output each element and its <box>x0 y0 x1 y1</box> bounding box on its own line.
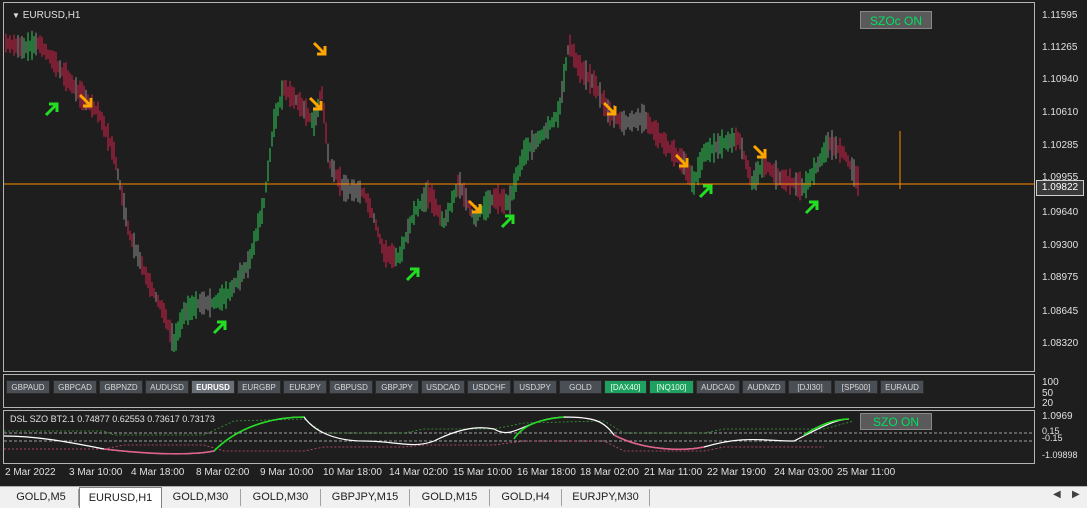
symbol-button-usdjpy[interactable]: USDJPY <box>513 380 557 394</box>
price-axis-label: 1.09640 <box>1042 207 1079 218</box>
symbol-button-eurjpy[interactable]: EURJPY <box>283 380 327 394</box>
buy-arrow-icon <box>804 200 819 215</box>
symbol-button-dax40[interactable]: [DAX40] <box>604 380 647 394</box>
symbol-button-gbpcad[interactable]: GBPCAD <box>53 380 97 394</box>
price-axis-label: 1.08645 <box>1042 306 1079 317</box>
time-axis-label: 8 Mar 02:00 <box>196 467 250 478</box>
sell-arrow-icon <box>752 144 767 159</box>
symbol-button-usdcad[interactable]: USDCAD <box>421 380 465 394</box>
price-axis-label: 1.08975 <box>1042 272 1079 283</box>
current-price-label: 1.09822 <box>1036 180 1084 196</box>
symbol-button-euraud[interactable]: EURAUD <box>880 380 924 394</box>
time-axis-label: 22 Mar 19:00 <box>707 467 766 478</box>
red-signal-line <box>4 440 824 452</box>
time-axis-label: 9 Mar 10:00 <box>260 467 314 478</box>
symbol-button-audnzd[interactable]: AUDNZD <box>742 380 786 394</box>
time-axis-label: 18 Mar 02:00 <box>580 467 639 478</box>
price-axis-label: 1.10610 <box>1042 107 1079 118</box>
symbol-button-gbpusd[interactable]: GBPUSD <box>329 380 373 394</box>
axis-label-20: 20 <box>1042 398 1054 409</box>
price-axis-label: 1.09300 <box>1042 240 1079 251</box>
time-axis-label: 15 Mar 10:00 <box>453 467 512 478</box>
chart-tab[interactable]: EURJPY,M30 <box>562 489 650 506</box>
time-axis-label: 4 Mar 18:00 <box>131 467 185 478</box>
time-axis-label: 3 Mar 10:00 <box>69 467 123 478</box>
scroll-left-icon[interactable]: ◀ <box>1053 489 1061 500</box>
sell-arrow-icon <box>467 199 482 214</box>
symbol-button-eurgbp[interactable]: EURGBP <box>237 380 281 394</box>
chart-title-text: EURUSD,H1 <box>22 10 81 21</box>
buy-arrow-icon <box>500 214 515 229</box>
indicator-title: DSL SZO BT2.1 0.74877 0.62553 0.73617 0.… <box>10 414 215 424</box>
chart-tab[interactable]: GOLD,M30 <box>161 489 241 506</box>
chart-tab[interactable]: GOLD,M15 <box>410 489 490 506</box>
dropdown-triangle-icon[interactable]: ▼ <box>12 11 20 20</box>
symbol-button-gold[interactable]: GOLD <box>559 380 602 394</box>
chart-tab[interactable]: GOLD,M30 <box>241 489 321 506</box>
symbol-button-eurusd[interactable]: EURUSD <box>191 380 235 394</box>
buy-arrow-icon <box>212 320 227 335</box>
symbol-button-sp500[interactable]: [SP500] <box>834 380 878 394</box>
symbol-bar-axis: 100 50 20 <box>1036 374 1087 409</box>
time-axis-label: 25 Mar 11:00 <box>837 467 896 478</box>
time-axis-label: 16 Mar 18:00 <box>517 467 576 478</box>
symbol-button-gbpnzd[interactable]: GBPNZD <box>99 380 143 394</box>
price-bars <box>4 30 1034 353</box>
symbol-button-audcad[interactable]: AUDCAD <box>696 380 740 394</box>
price-axis-label: 1.10285 <box>1042 140 1079 151</box>
time-axis-label: 24 Mar 03:00 <box>774 467 833 478</box>
buy-arrow-icon <box>44 102 59 117</box>
ind-axis-neg: -0.15 <box>1042 433 1063 443</box>
ind-axis-bottom: -1.09898 <box>1042 450 1078 460</box>
symbol-switcher-bar: GBPAUD GBPCAD GBPNZD AUDUSD EURUSD EURGBP EURJ… <box>3 374 1035 408</box>
ind-axis-top: 1.0969 <box>1042 411 1073 422</box>
sell-arrow-icon <box>312 41 327 56</box>
time-axis-label: 14 Mar 02:00 <box>389 467 448 478</box>
chart-tab[interactable]: GOLD,H4 <box>490 489 562 506</box>
time-axis-label: 21 Mar 11:00 <box>644 467 703 478</box>
buy-arrow-icon <box>698 184 713 199</box>
szo-bull-segment <box>213 416 305 452</box>
indicator-axis: 1.0969 0.15 -0.15 -1.09898 <box>1036 410 1087 464</box>
scroll-right-icon[interactable]: ▶ <box>1072 489 1080 500</box>
symbol-button-nq100[interactable]: [NQ100] <box>649 380 694 394</box>
chart-tab[interactable]: GBPJPY,M15 <box>321 489 410 506</box>
symbol-button-gbpjpy[interactable]: GBPJPY <box>375 380 419 394</box>
price-axis-label: 1.11595 <box>1042 10 1078 21</box>
main-price-chart[interactable]: ▼ EURUSD,H1 SZOc ON <box>3 2 1035 372</box>
price-axis-label: 1.10940 <box>1042 74 1079 85</box>
szo-bear-segment <box>613 434 705 450</box>
chart-tabs-bar: ◀ ▶ GOLD,M5 EURUSD,H1 GOLD,M30 GOLD,M30 GBPJ… <box>0 486 1087 508</box>
symbol-button-dji30[interactable]: [DJI30] <box>788 380 832 394</box>
buy-arrow-icon <box>405 267 420 282</box>
chart-symbol-title: ▼ EURUSD,H1 <box>12 10 81 21</box>
szo-bear-segment <box>103 448 215 455</box>
time-axis-label: 2 Mar 2022 <box>5 467 56 478</box>
symbol-button-usdchf[interactable]: USDCHF <box>467 380 511 394</box>
szo-toggle-button[interactable]: SZO ON <box>860 413 932 430</box>
szoc-toggle-button[interactable]: SZOc ON <box>860 11 932 29</box>
time-axis: 2 Mar 2022 3 Mar 10:00 4 Mar 18:00 8 Mar 02… <box>3 464 1035 482</box>
axis-label-100: 100 <box>1042 377 1059 388</box>
szo-indicator-panel[interactable]: DSL SZO BT2.1 0.74877 0.62553 0.73617 0.… <box>3 410 1035 464</box>
symbol-button-gbpaud[interactable]: GBPAUD <box>6 380 50 394</box>
price-axis-label: 1.08320 <box>1042 338 1079 349</box>
price-axis-label: 1.11265 <box>1042 42 1078 53</box>
time-axis-label: 10 Mar 18:00 <box>323 467 382 478</box>
chart-tab[interactable]: GOLD,M5 <box>4 489 79 506</box>
symbol-button-audusd[interactable]: AUDUSD <box>145 380 189 394</box>
chart-tab[interactable]: EURUSD,H1 <box>79 487 162 508</box>
